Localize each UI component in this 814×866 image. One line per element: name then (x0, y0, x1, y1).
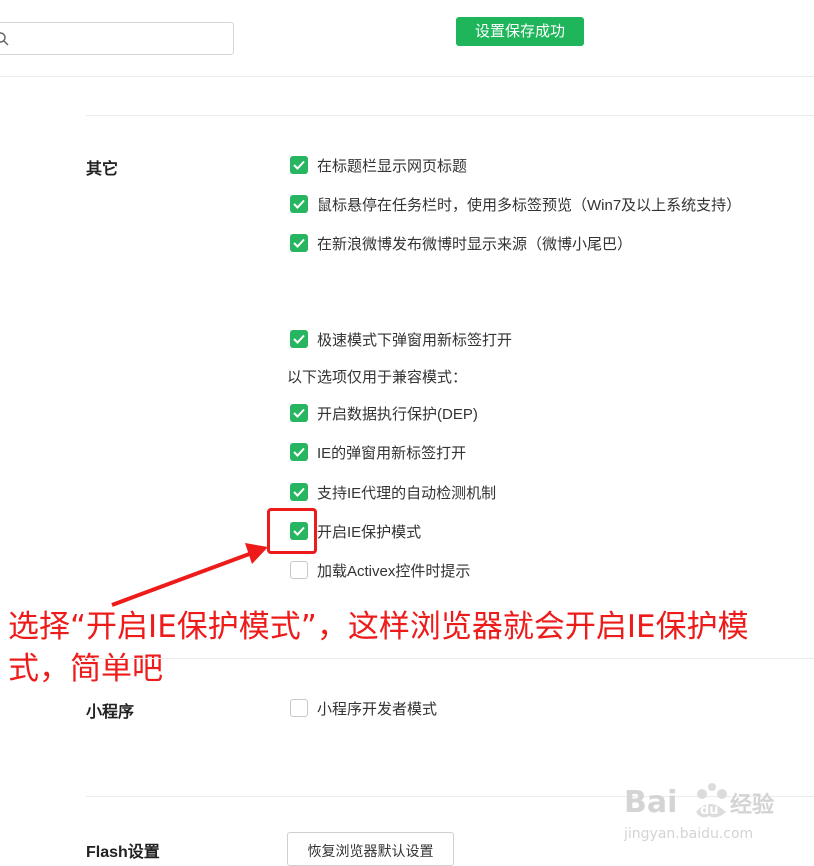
checkbox-checked[interactable] (290, 234, 308, 252)
checkbox-checked[interactable] (290, 443, 308, 461)
svg-text:经验: 经验 (730, 792, 774, 818)
compat-mode-heading: 以下选项仅用于兼容模式： (287, 369, 468, 386)
option-ie-proxy-autodetect[interactable]: 支持IE代理的自动检测机制 (290, 482, 496, 502)
checkbox-checked[interactable] (290, 404, 308, 422)
option-label: 在新浪微博发布微博时显示来源（微博小尾巴） (317, 235, 633, 253)
checkbox-checked[interactable] (290, 195, 308, 213)
search-input[interactable] (17, 27, 221, 51)
option-taskbar-preview[interactable]: 鼠标悬停在任务栏时，使用多标签预览（Win7及以上系统支持） (290, 194, 741, 214)
option-activex-prompt[interactable]: 加载Activex控件时提示 (290, 560, 470, 580)
checkbox-checked[interactable] (290, 330, 308, 348)
option-speed-mode-popup[interactable]: 极速模式下弹窗用新标签打开 (290, 329, 512, 349)
option-label: 开启IE保护模式 (317, 523, 422, 541)
checkbox-checked[interactable] (290, 156, 308, 174)
baidu-jingyan-watermark: Bai du 经验 jingyan.baidu.com (623, 783, 774, 842)
highlight-box (267, 508, 317, 554)
checkbox-unchecked[interactable] (290, 561, 308, 579)
top-bar: 设置保存成功 (0, 0, 814, 77)
restore-defaults-button[interactable]: 恢复浏览器默认设置 (287, 832, 454, 866)
option-label: 极速模式下弹窗用新标签打开 (317, 331, 513, 349)
svg-text:du: du (700, 803, 719, 818)
section-divider (86, 115, 814, 116)
section-divider (86, 658, 814, 659)
option-ie-popup-new-tab[interactable]: IE的弹窗用新标签打开 (290, 442, 466, 462)
option-label: 鼠标悬停在任务栏时，使用多标签预览（Win7及以上系统支持） (317, 196, 742, 214)
save-success-toast: 设置保存成功 (456, 17, 584, 46)
section-title-flash: Flash设置 (86, 844, 160, 861)
svg-text:Bai: Bai (624, 785, 677, 820)
option-label: 开启数据执行保护(DEP) (317, 405, 478, 423)
option-label: 加载Activex控件时提示 (317, 562, 471, 580)
option-dep[interactable]: 开启数据执行保护(DEP) (290, 403, 478, 423)
option-show-page-title[interactable]: 在标题栏显示网页标题 (290, 155, 467, 175)
section-title-miniprogram: 小程序 (86, 704, 135, 721)
option-label: 小程序开发者模式 (317, 700, 438, 718)
checkbox-checked[interactable] (290, 483, 308, 501)
option-miniprogram-dev-mode[interactable]: 小程序开发者模式 (290, 698, 437, 718)
option-label: 在标题栏显示网页标题 (317, 157, 468, 175)
option-label: 支持IE代理的自动检测机制 (317, 484, 497, 502)
checkbox-unchecked[interactable] (290, 699, 308, 717)
svg-text:jingyan.baidu.com: jingyan.baidu.com (623, 826, 753, 842)
search-box[interactable] (0, 22, 234, 55)
section-title-other: 其它 (86, 161, 119, 178)
annotation-text: 选择“开启IE保护模式”，这样浏览器就会开启IE保护模式，简单吧 (8, 609, 749, 687)
search-icon (0, 32, 9, 46)
option-label: IE的弹窗用新标签打开 (317, 444, 467, 462)
arrow-annotation (111, 543, 268, 607)
option-weibo-source[interactable]: 在新浪微博发布微博时显示来源（微博小尾巴） (290, 233, 632, 253)
